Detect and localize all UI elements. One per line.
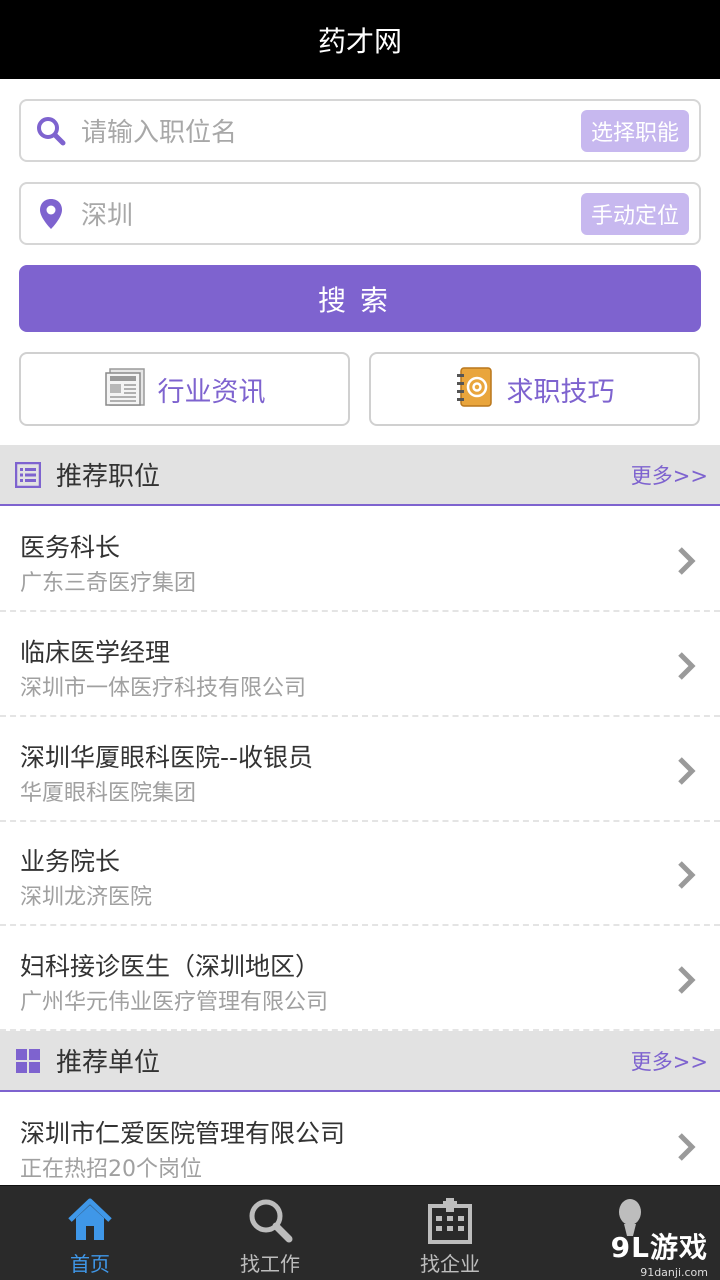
title-bar: 药才网 (0, 0, 720, 79)
job-list-item[interactable]: 临床医学经理 深圳市一体医疗科技有限公司 (0, 613, 720, 717)
chevron-right-icon (678, 757, 696, 785)
tab-home[interactable]: 首页 (0, 1186, 180, 1280)
chevron-right-icon (678, 1133, 696, 1161)
job-company: 广州华元伟业医疗管理有限公司 (20, 990, 329, 1015)
watermark: 9L游戏 91danji.com (611, 1226, 708, 1279)
job-title: 临床医学经理 (20, 638, 171, 667)
tab-find-job-label: 找工作 (240, 1252, 300, 1276)
job-title: 医务科长 (20, 533, 121, 562)
recommended-companies-more-link[interactable]: 更多>> (631, 1046, 708, 1076)
job-search-input[interactable]: 请输入职位名 选择职能 (19, 99, 701, 162)
industry-news-label: 行业资讯 (157, 376, 266, 408)
home-icon (68, 1198, 112, 1240)
job-list-item[interactable]: 医务科长 广东三奇医疗集团 (0, 508, 720, 612)
company-list-item[interactable]: 深圳市仁爱医院管理有限公司 正在热招20个岗位 (0, 1094, 720, 1198)
manual-locate-button[interactable]: 手动定位 (580, 192, 689, 235)
job-title: 深圳华厦眼科医院--收银员 (20, 743, 314, 772)
job-tips-button[interactable]: 求职技巧 (369, 352, 700, 426)
job-title: 妇科接诊医生（深圳地区） (20, 952, 321, 981)
tab-find-company[interactable]: 找企业 (360, 1186, 540, 1280)
industry-news-button[interactable]: 行业资讯 (19, 352, 350, 426)
newspaper-icon (104, 367, 146, 411)
job-list-item[interactable]: 业务院长 深圳龙济医院 (0, 822, 720, 926)
grid-icon (0, 1048, 56, 1074)
recommended-jobs-title: 推荐职位 (56, 462, 161, 492)
job-list-item[interactable]: 深圳华厦眼科医院--收银员 华厦眼科医院集团 (0, 718, 720, 822)
search-button[interactable]: 搜索 (19, 265, 701, 332)
location-value: 深圳 (81, 201, 134, 231)
building-icon (428, 1198, 472, 1244)
select-job-button[interactable]: 选择职能 (580, 109, 689, 152)
job-company: 深圳龙济医院 (20, 885, 153, 910)
recommended-jobs-header: 推荐职位 更多>> (0, 445, 720, 506)
job-company: 深圳市一体医疗科技有限公司 (20, 676, 307, 701)
location-input[interactable]: 深圳 手动定位 (19, 182, 701, 245)
chevron-right-icon (678, 652, 696, 680)
watermark-brand: 9L游戏 (610, 1231, 708, 1264)
job-list-item[interactable]: 妇科接诊医生（深圳地区） 广州华元伟业医疗管理有限公司 (0, 927, 720, 1031)
chevron-right-icon (678, 966, 696, 994)
job-company: 华厦眼科医院集团 (20, 781, 197, 806)
recommended-companies-header: 推荐单位 更多>> (0, 1031, 720, 1092)
job-tips-label: 求职技巧 (506, 376, 615, 408)
recommended-companies-title: 推荐单位 (56, 1048, 161, 1078)
list-icon (0, 461, 56, 488)
location-pin-icon (21, 184, 81, 243)
tab-find-job[interactable]: 找工作 (180, 1186, 360, 1280)
chevron-right-icon (678, 547, 696, 575)
job-title: 业务院长 (20, 847, 121, 876)
watermark-url: 91danji.com (640, 1266, 708, 1279)
company-openings: 正在热招20个岗位 (20, 1157, 202, 1182)
search-icon (21, 101, 81, 160)
chevron-right-icon (678, 861, 696, 889)
job-search-placeholder: 请输入职位名 (81, 118, 238, 148)
company-name: 深圳市仁爱医院管理有限公司 (20, 1119, 346, 1148)
app-title: 药才网 (317, 24, 402, 58)
address-book-icon (455, 366, 495, 412)
search-icon (249, 1199, 293, 1243)
job-company: 广东三奇医疗集团 (20, 571, 197, 596)
tab-find-company-label: 找企业 (420, 1252, 480, 1276)
recommended-jobs-more-link[interactable]: 更多>> (631, 460, 708, 490)
tab-home-label: 首页 (70, 1252, 110, 1276)
